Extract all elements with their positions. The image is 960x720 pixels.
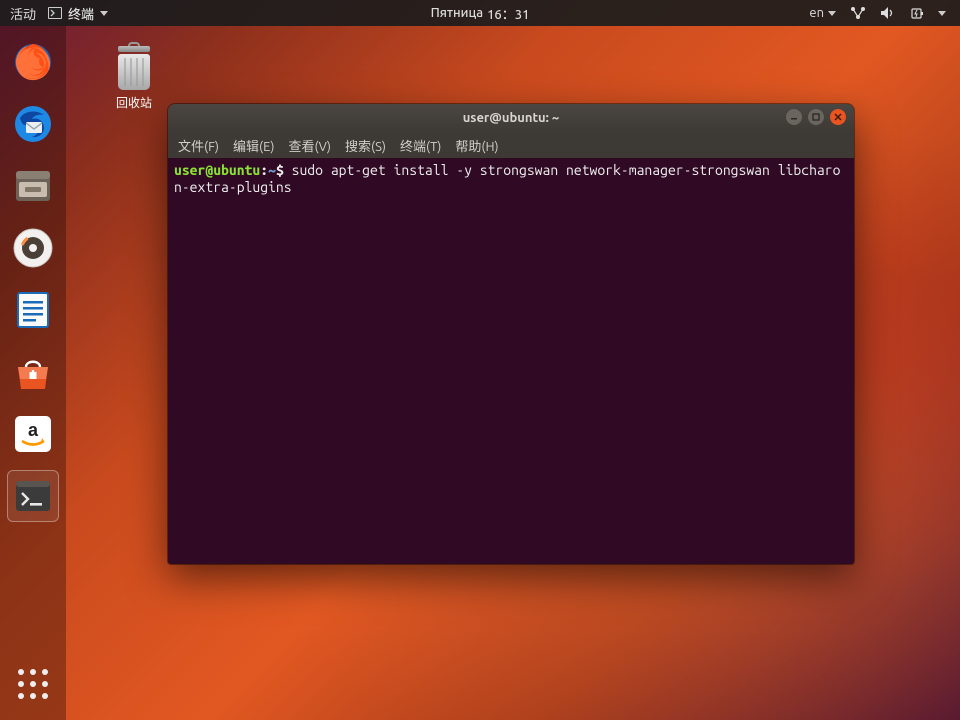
volume-icon[interactable] xyxy=(880,6,896,20)
terminal-window: user@ubuntu: ~ 文件(F) 编辑(E) 查看(V) 搜索(S) 终… xyxy=(168,104,854,564)
menu-terminal[interactable]: 终端(T) xyxy=(400,136,441,155)
firefox-icon xyxy=(12,41,54,83)
battery-icon[interactable] xyxy=(910,6,924,20)
prompt-sep: : xyxy=(260,162,268,178)
menu-edit[interactable]: 编辑(E) xyxy=(233,136,274,155)
chevron-down-icon xyxy=(100,11,108,16)
dock-software[interactable] xyxy=(11,350,55,394)
activities-button[interactable]: 活动 xyxy=(10,4,36,23)
menu-file[interactable]: 文件(F) xyxy=(178,136,219,155)
terminal-icon xyxy=(12,475,54,517)
dock-files[interactable] xyxy=(11,164,55,208)
chevron-down-icon xyxy=(828,11,836,16)
window-title: user@ubuntu: ~ xyxy=(463,111,560,125)
clock-day: Пятница xyxy=(431,6,484,20)
window-titlebar[interactable]: user@ubuntu: ~ xyxy=(168,104,854,132)
menu-view[interactable]: 查看(V) xyxy=(289,136,331,155)
amazon-icon: a xyxy=(12,413,54,455)
trash-icon xyxy=(114,46,154,90)
clock-time: 16：31 xyxy=(487,4,529,23)
menu-help[interactable]: 帮助(H) xyxy=(455,136,498,155)
dock-firefox[interactable] xyxy=(11,40,55,84)
thunderbird-icon xyxy=(12,103,54,145)
dock-rhythmbox[interactable] xyxy=(11,226,55,270)
writer-icon xyxy=(12,289,54,331)
clock[interactable]: Пятница 16：31 xyxy=(431,4,530,23)
rhythmbox-icon xyxy=(12,227,54,269)
prompt-symbol: $ xyxy=(276,162,284,178)
chevron-down-icon[interactable] xyxy=(938,11,946,16)
show-apps-button[interactable] xyxy=(11,662,55,706)
menu-search[interactable]: 搜索(S) xyxy=(345,136,386,155)
app-name: 终端 xyxy=(68,4,94,23)
prompt-path: ~ xyxy=(268,162,276,178)
app-indicator[interactable]: 终端 xyxy=(48,4,108,23)
prompt-user: user@ubuntu xyxy=(174,162,260,178)
dock-amazon[interactable]: a xyxy=(11,412,55,456)
trash-label: 回收站 xyxy=(116,94,152,111)
desktop-trash[interactable]: 回收站 xyxy=(102,46,166,111)
software-icon xyxy=(12,351,54,393)
terminal-body[interactable]: user@ubuntu:~$ sudo apt-get install -y s… xyxy=(168,158,854,564)
network-icon[interactable] xyxy=(850,6,866,20)
close-button[interactable] xyxy=(830,109,846,125)
dock-terminal[interactable] xyxy=(11,474,55,518)
maximize-button[interactable] xyxy=(808,109,824,125)
dock-thunderbird[interactable] xyxy=(11,102,55,146)
files-icon xyxy=(12,165,54,207)
minimize-button[interactable] xyxy=(786,109,802,125)
dock: a xyxy=(0,26,66,720)
lang-label: en xyxy=(809,6,824,20)
top-bar: 活动 终端 Пятница 16：31 en xyxy=(0,0,960,26)
svg-text:a: a xyxy=(28,420,39,440)
terminal-icon xyxy=(48,7,62,19)
terminal-menubar: 文件(F) 编辑(E) 查看(V) 搜索(S) 终端(T) 帮助(H) xyxy=(168,132,854,158)
dock-writer[interactable] xyxy=(11,288,55,332)
input-source[interactable]: en xyxy=(809,6,836,20)
